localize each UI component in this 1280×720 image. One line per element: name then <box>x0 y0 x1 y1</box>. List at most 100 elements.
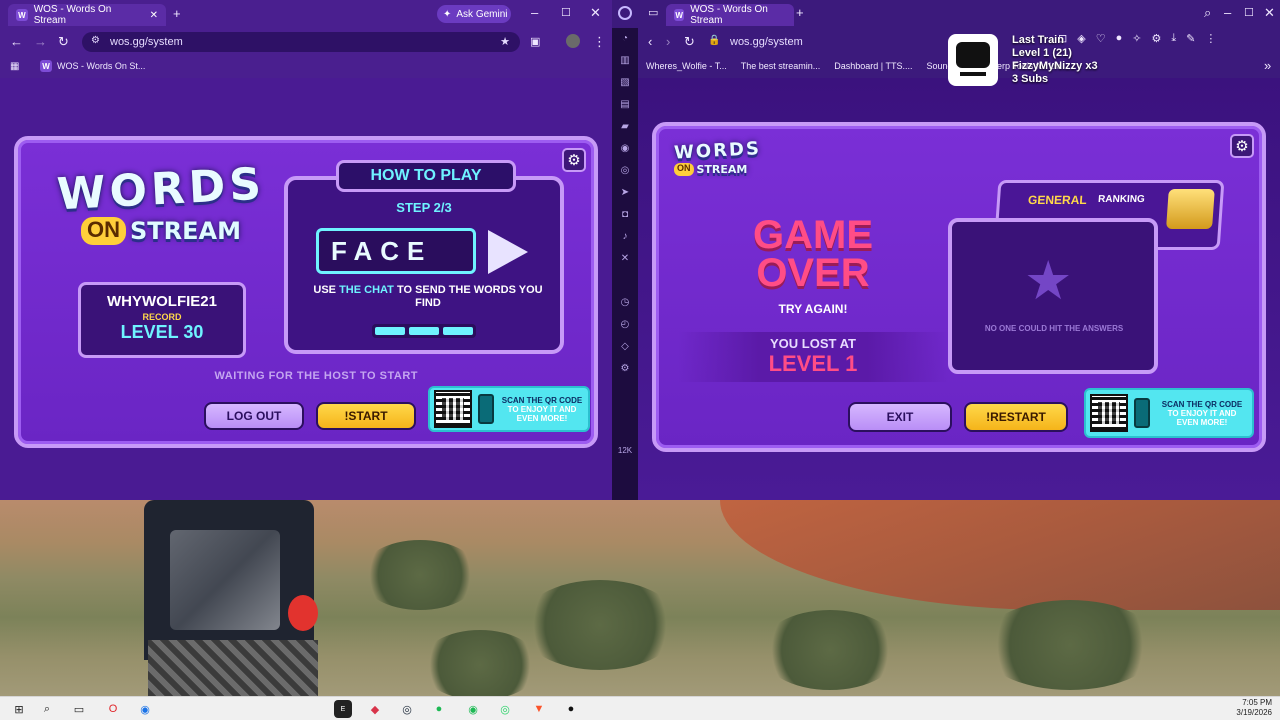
username: WHYWOLFIE21 <box>106 293 217 310</box>
dock-clock-icon[interactable]: ◴ <box>612 314 638 336</box>
restart-button[interactable]: !RESTART <box>964 402 1068 432</box>
bookmark-star-icon[interactable]: ★ <box>500 35 510 48</box>
no-one-hit-text: NO ONE COULD HIT THE ANSWERS <box>984 324 1124 333</box>
log-out-button[interactable]: LOG OUT <box>204 402 304 430</box>
bookmarks-overflow-icon[interactable]: » <box>1264 59 1271 73</box>
bookmark-label: WOS - Words On St... <box>57 61 146 71</box>
word-input-demo: FACE <box>316 228 476 274</box>
obs-icon[interactable]: ● <box>562 700 580 718</box>
dock-settings-icon[interactable]: ⚙ <box>612 358 638 380</box>
reload-icon[interactable]: ↻ <box>684 35 695 49</box>
dock-telegram-icon[interactable]: ➤ <box>612 182 638 204</box>
search-icon[interactable]: ⌕ <box>38 700 56 718</box>
minimize-icon[interactable]: – <box>1224 6 1231 20</box>
maximize-icon[interactable]: ☐ <box>561 6 571 20</box>
steam-icon[interactable]: ◎ <box>398 700 416 718</box>
settings-icon[interactable]: ⚙ <box>1151 32 1161 45</box>
minimize-icon[interactable]: – <box>531 6 538 20</box>
dock-history-icon[interactable]: ◷ <box>612 292 638 314</box>
whatsapp-icon[interactable]: ◎ <box>496 700 514 718</box>
cast-icon[interactable]: ▣ <box>530 35 540 49</box>
shrub <box>520 580 680 670</box>
forward-arrow-icon[interactable]: › <box>666 35 670 49</box>
task-view-icon[interactable]: ▭ <box>70 700 88 718</box>
instruction-post: TO SEND THE WORDS YOU FIND <box>396 284 543 309</box>
windows-taskbar: ⊞ ⌕ ▭ O ◉ E ◆ ◎ ● ◉ ◎ ▼ ● 7:05 PM 3/19/2… <box>0 696 1280 720</box>
settings-gear-icon[interactable]: ⚙ <box>562 148 586 172</box>
reload-icon[interactable]: ↻ <box>58 35 69 49</box>
qr-text-a: SCAN THE QR CODE <box>1161 399 1243 409</box>
bookmark-item[interactable]: Wheres_Wolfie - T... <box>646 61 727 71</box>
close-tab-icon[interactable]: ✕ <box>150 10 158 21</box>
profile-icon[interactable]: ● <box>1116 32 1123 45</box>
how-to-play-card: HOW TO PLAY STEP 2/3 FACE USE THE CHAT T… <box>284 160 564 354</box>
dock-instagram-icon[interactable]: ◘ <box>612 204 638 226</box>
dock-x-icon[interactable]: ✕ <box>612 248 638 270</box>
forward-arrow-icon[interactable]: → <box>34 35 47 49</box>
ranking-list-box: ★ NO ONE COULD HIT THE ANSWERS <box>948 218 1158 374</box>
close-window-icon[interactable]: ✕ <box>1264 6 1275 20</box>
opera-logo-icon[interactable] <box>618 6 632 20</box>
right-title-bar: ▭ W WOS - Words On Stream + ⌕ – ☐ ✕ <box>612 0 1280 28</box>
new-tab-button[interactable]: + <box>173 7 181 21</box>
app-icon[interactable]: ● <box>430 700 448 718</box>
logo-on: ON <box>674 163 694 176</box>
dock-apps-icon[interactable]: ◇ <box>612 336 638 358</box>
right-browser-tab[interactable]: W WOS - Words On Stream <box>666 4 794 26</box>
try-again-text: TRY AGAIN! <box>778 302 848 316</box>
spotify-icon[interactable]: ◉ <box>464 700 482 718</box>
start-button[interactable]: !START <box>316 402 416 430</box>
extensions-icon[interactable]: ✧ <box>1132 32 1141 45</box>
dock-sync-icon[interactable]: ◔ <box>612 28 638 50</box>
menu-dots-icon[interactable]: ⋮ <box>593 35 606 49</box>
new-tab-button[interactable]: + <box>796 6 804 20</box>
dock-shop-icon[interactable]: ▥ <box>612 50 638 72</box>
settings-gear-icon[interactable]: ⚙ <box>1230 134 1254 158</box>
dock-m-icon[interactable]: ▤ <box>612 94 638 116</box>
qr-promo-box[interactable]: SCAN THE QR CODE TO ENJOY IT AND EVEN MO… <box>428 386 590 432</box>
dock-crypto-icon[interactable]: ▧ <box>612 72 638 94</box>
maximize-icon[interactable]: ☐ <box>1244 6 1254 20</box>
menu-dots-icon[interactable]: ⋮ <box>1205 32 1216 45</box>
download-icon[interactable]: ⤓ <box>1171 32 1176 45</box>
address-bar[interactable]: 🔒 wos.gg/system <box>702 32 942 52</box>
close-window-icon[interactable]: ✕ <box>590 6 601 20</box>
system-clock[interactable]: 7:05 PM 3/19/2026 <box>1236 698 1272 718</box>
ai-icon[interactable]: ✎ <box>1186 32 1195 45</box>
waiting-status: WAITING FOR THE HOST TO START <box>214 370 418 382</box>
address-bar[interactable]: ⚙ wos.gg/system ★ <box>82 32 520 52</box>
instruction-pre: USE <box>313 284 337 296</box>
dock-twitch-icon[interactable]: ▰ <box>612 116 638 138</box>
shrub <box>980 600 1160 690</box>
dock-whatsapp-icon[interactable]: ◎ <box>612 160 638 182</box>
wos-favicon-icon: W <box>16 9 28 21</box>
profile-avatar[interactable] <box>566 34 580 48</box>
qr-promo-box[interactable]: SCAN THE QR CODE TO ENJOY IT AND EVEN MO… <box>1084 388 1254 438</box>
exit-button[interactable]: EXIT <box>848 402 952 432</box>
lost-at-label: YOU LOST AT <box>770 336 856 351</box>
maps-pin-icon[interactable]: ◆ <box>366 700 384 718</box>
dock-tiktok-icon[interactable]: ♪ <box>612 226 638 248</box>
bookmark-item[interactable]: The best streamin... <box>741 61 821 71</box>
trophy-icon <box>1166 189 1215 229</box>
bookmark-item-wos[interactable]: W WOS - Words On St... <box>40 60 145 72</box>
url-text: wos.gg/system <box>730 36 803 48</box>
back-arrow-icon[interactable]: ← <box>10 35 23 49</box>
bookmark-item[interactable]: Dashboard | TTS.... <box>834 61 912 71</box>
epic-games-icon[interactable]: E <box>334 700 352 718</box>
brave-icon[interactable]: ▼ <box>530 700 548 718</box>
ask-gemini-button[interactable]: ✦ Ask Gemini <box>437 5 511 23</box>
left-browser-window: W WOS - Words On Stream ✕ + ✦ Ask Gemini… <box>0 0 612 500</box>
red-paddle <box>288 595 318 631</box>
apps-grid-icon[interactable]: ▦ <box>10 60 19 74</box>
windows-start-icon[interactable]: ⊞ <box>10 700 28 718</box>
dock-messenger-icon[interactable]: ◉ <box>612 138 638 160</box>
site-info-icon[interactable]: ⚙ <box>91 35 100 46</box>
logo-on: ON <box>81 217 126 245</box>
back-arrow-icon[interactable]: ‹ <box>648 35 652 49</box>
left-browser-tab[interactable]: W WOS - Words On Stream ✕ <box>8 4 166 26</box>
opera-icon[interactable]: O <box>104 700 122 718</box>
chrome-icon[interactable]: ◉ <box>136 700 154 718</box>
tab-grid-icon[interactable]: ▭ <box>648 6 658 20</box>
search-icon[interactable]: ⌕ <box>1204 6 1211 20</box>
